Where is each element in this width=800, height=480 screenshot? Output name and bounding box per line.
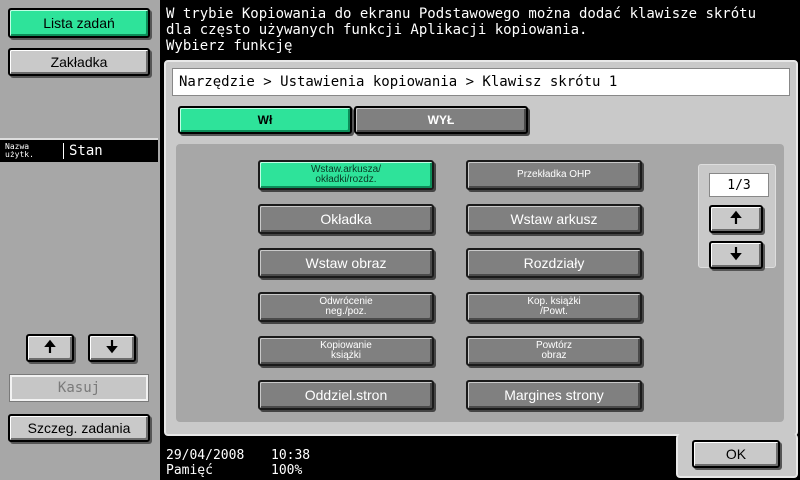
function-button[interactable]: Rozdziały <box>466 248 642 278</box>
arrow-up-icon: 🠉 <box>43 339 57 356</box>
bookmark-button[interactable]: Zakładka <box>8 48 150 76</box>
arrow-down-icon: 🠋 <box>729 246 743 263</box>
page-up-button[interactable]: 🠉 <box>709 205 763 233</box>
memory-value: 100% <box>271 463 303 478</box>
user-list-header: Nazwa użytk. Stan <box>0 138 158 162</box>
function-button[interactable]: Oddziel.stron <box>258 380 434 410</box>
ok-area: OK <box>676 434 798 478</box>
scroll-down-button[interactable]: 🠋 <box>88 334 136 362</box>
scroll-up-button[interactable]: 🠉 <box>26 334 74 362</box>
function-button[interactable]: Odwrócenie neg./poz. <box>258 292 434 322</box>
arrow-down-icon: 🠋 <box>105 339 119 356</box>
job-details-button[interactable]: Szczeg. zadania <box>8 414 150 442</box>
function-button[interactable]: Wstaw obraz <box>258 248 434 278</box>
toggle-on-button[interactable]: Wł <box>178 106 352 134</box>
page-navigator: 1/3 🠉 🠋 <box>698 164 776 269</box>
arrow-up-icon: 🠉 <box>729 210 743 227</box>
user-name-column-header: Nazwa użytk. <box>0 143 64 159</box>
function-button[interactable]: Okładka <box>258 204 434 234</box>
instruction-message: W trybie Kopiowania do ekranu Podstawowe… <box>166 6 757 54</box>
function-button[interactable]: Kopiowanie książki <box>258 336 434 366</box>
page-indicator: 1/3 <box>709 173 769 197</box>
page-down-button[interactable]: 🠋 <box>709 241 763 269</box>
date-display: 29/04/2008 <box>166 448 245 463</box>
function-area: Wstaw.arkusza/ okładki/rozdz. Przekładka … <box>176 144 784 422</box>
memory-label: Pamięć <box>166 463 213 478</box>
toggle-off-button[interactable]: WYŁ <box>354 106 528 134</box>
function-button[interactable]: Margines strony <box>466 380 642 410</box>
function-button[interactable]: Przekładka OHP <box>466 160 642 190</box>
breadcrumb: Narzędzie > Ustawienia kopiowania > Klaw… <box>172 68 790 96</box>
status-column-header: Stan <box>69 143 103 159</box>
job-list-button[interactable]: Lista zadań <box>8 8 150 38</box>
function-button[interactable]: Wstaw.arkusza/ okładki/rozdz. <box>258 160 434 190</box>
delete-button[interactable]: Kasuj <box>9 374 149 402</box>
settings-panel: Narzędzie > Ustawienia kopiowania > Klaw… <box>164 60 798 436</box>
status-bar: 29/04/2008 10:38 Pamięć 100% <box>166 448 310 478</box>
function-button[interactable]: Powtórz obraz <box>466 336 642 366</box>
ok-button[interactable]: OK <box>692 440 780 468</box>
function-button[interactable]: Wstaw arkusz <box>466 204 642 234</box>
left-panel: Lista zadań Zakładka Nazwa użytk. Stan 🠉… <box>0 0 160 480</box>
time-display: 10:38 <box>271 448 311 463</box>
function-button[interactable]: Kop. książki /Powt. <box>466 292 642 322</box>
